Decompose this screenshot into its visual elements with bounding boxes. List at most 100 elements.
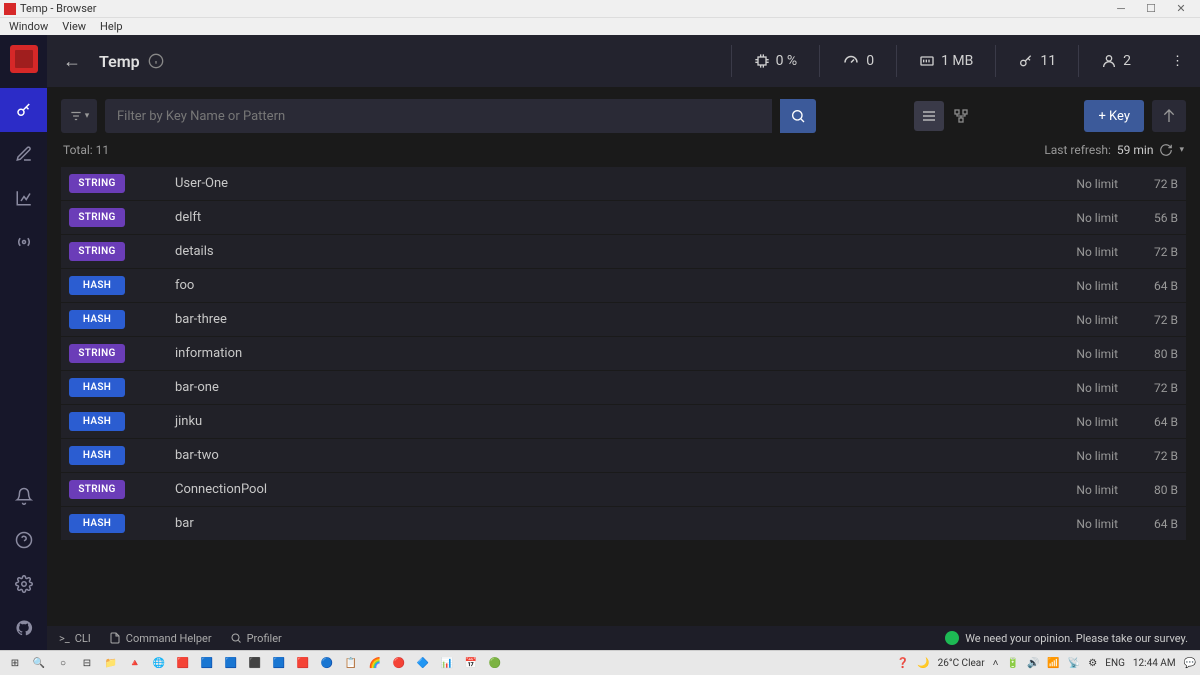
taskbar-app[interactable]: 🔵 bbox=[316, 652, 338, 674]
notifications-icon[interactable]: 💬 bbox=[1184, 658, 1196, 669]
maximize-button[interactable]: ☐ bbox=[1136, 2, 1166, 15]
type-badge: HASH bbox=[69, 310, 125, 329]
sidebar-item-workbench[interactable] bbox=[0, 132, 47, 176]
taskbar-app[interactable]: 🟦 bbox=[268, 652, 290, 674]
taskbar-app[interactable]: 📋 bbox=[340, 652, 362, 674]
tray-help-icon[interactable]: ❓ bbox=[897, 658, 909, 669]
search-button[interactable] bbox=[780, 99, 816, 133]
key-row[interactable]: HASHfooNo limit64 B bbox=[61, 269, 1186, 302]
key-row[interactable]: STRINGdelftNo limit56 B bbox=[61, 201, 1186, 234]
taskbar-cortana[interactable]: ○ bbox=[52, 652, 74, 674]
key-row[interactable]: HASHbar-threeNo limit72 B bbox=[61, 303, 1186, 336]
taskbar-app[interactable]: ⬛ bbox=[244, 652, 266, 674]
pubsub-icon bbox=[15, 233, 33, 251]
database-name: Temp bbox=[99, 52, 140, 71]
bulk-actions-button[interactable] bbox=[1152, 100, 1186, 132]
toolbar: ▾ + Key bbox=[47, 87, 1200, 133]
close-button[interactable]: ✕ bbox=[1166, 2, 1196, 15]
sidebar-item-pubsub[interactable] bbox=[0, 220, 47, 264]
type-badge: HASH bbox=[69, 378, 125, 397]
key-ttl: No limit bbox=[1048, 245, 1118, 259]
start-button[interactable]: ⊞ bbox=[4, 652, 26, 674]
bell-icon bbox=[15, 487, 33, 505]
key-size: 64 B bbox=[1118, 415, 1178, 429]
key-row[interactable]: HASHjinkuNo limit64 B bbox=[61, 405, 1186, 438]
totals-row: Total: 11 Last refresh: 59 min ▾ bbox=[47, 133, 1200, 167]
menu-window[interactable]: Window bbox=[2, 20, 55, 33]
key-row[interactable]: STRINGConnectionPoolNo limit80 B bbox=[61, 473, 1186, 506]
sidebar-item-github[interactable] bbox=[0, 606, 47, 650]
type-badge: STRING bbox=[69, 480, 125, 499]
more-button[interactable]: ⋮ bbox=[1153, 54, 1184, 69]
type-badge: HASH bbox=[69, 276, 125, 295]
tray-chevron[interactable]: ˄ bbox=[993, 658, 999, 669]
taskbar-app[interactable]: 📊 bbox=[436, 652, 458, 674]
menu-help[interactable]: Help bbox=[93, 20, 130, 33]
taskbar-app[interactable]: 🌐 bbox=[148, 652, 170, 674]
info-icon[interactable] bbox=[148, 53, 164, 69]
cli-button[interactable]: >_ CLI bbox=[59, 632, 91, 645]
profiler-button[interactable]: Profiler bbox=[230, 632, 282, 645]
taskbar-taskview[interactable]: ⊟ bbox=[76, 652, 98, 674]
key-row[interactable]: HASHbar-oneNo limit72 B bbox=[61, 371, 1186, 404]
taskbar-app[interactable]: 🟥 bbox=[292, 652, 314, 674]
add-key-button[interactable]: + Key bbox=[1084, 100, 1144, 132]
bulk-icon bbox=[1161, 108, 1177, 124]
battery-icon[interactable]: 🔋 bbox=[1006, 658, 1018, 669]
taskbar-app[interactable]: 🟦 bbox=[196, 652, 218, 674]
tray-icon[interactable]: ⚙ bbox=[1088, 658, 1097, 669]
sidebar-item-settings[interactable] bbox=[0, 562, 47, 606]
language-indicator[interactable]: ENG bbox=[1105, 658, 1125, 669]
taskbar-app[interactable]: 📁 bbox=[100, 652, 122, 674]
network-icon[interactable]: 📶 bbox=[1047, 658, 1059, 669]
sidebar bbox=[0, 35, 47, 650]
redis-logo-icon[interactable] bbox=[10, 45, 38, 73]
filter-button[interactable]: ▾ bbox=[61, 99, 97, 133]
sidebar-item-help[interactable] bbox=[0, 518, 47, 562]
refresh-control[interactable]: Last refresh: 59 min ▾ bbox=[1044, 143, 1184, 157]
key-ttl: No limit bbox=[1048, 381, 1118, 395]
key-name: jinku bbox=[175, 414, 1048, 429]
taskbar-app[interactable]: 🔴 bbox=[388, 652, 410, 674]
document-icon bbox=[109, 632, 121, 644]
key-row[interactable]: STRINGinformationNo limit80 B bbox=[61, 337, 1186, 370]
weather-text[interactable]: 26°C Clear bbox=[938, 658, 985, 669]
key-row[interactable]: STRINGdetailsNo limit72 B bbox=[61, 235, 1186, 268]
sidebar-item-notifications[interactable] bbox=[0, 474, 47, 518]
back-button[interactable]: ← bbox=[63, 51, 81, 72]
taskbar-app[interactable]: 🟢 bbox=[484, 652, 506, 674]
wifi-icon[interactable]: 📡 bbox=[1068, 658, 1080, 669]
key-row[interactable]: STRINGUser-OneNo limit72 B bbox=[61, 167, 1186, 200]
weather-icon: 🌙 bbox=[917, 658, 929, 669]
survey-link[interactable]: We need your opinion. Please take our su… bbox=[945, 631, 1188, 645]
chart-icon bbox=[15, 189, 33, 207]
profiler-icon bbox=[230, 632, 242, 644]
view-list-button[interactable] bbox=[914, 101, 944, 131]
taskbar-app[interactable]: 🟦 bbox=[220, 652, 242, 674]
taskbar-search[interactable]: 🔍 bbox=[28, 652, 50, 674]
minimize-button[interactable]: ─ bbox=[1106, 2, 1136, 15]
sidebar-item-analysis[interactable] bbox=[0, 176, 47, 220]
key-row[interactable]: HASHbarNo limit64 B bbox=[61, 507, 1186, 540]
github-icon bbox=[15, 619, 33, 637]
taskbar-app[interactable]: 📅 bbox=[460, 652, 482, 674]
command-helper-button[interactable]: Command Helper bbox=[109, 632, 212, 645]
key-row[interactable]: HASHbar-twoNo limit72 B bbox=[61, 439, 1186, 472]
key-name: bar-three bbox=[175, 312, 1048, 327]
search-input[interactable] bbox=[105, 99, 772, 133]
view-tree-button[interactable] bbox=[946, 101, 976, 131]
clock[interactable]: 12:44 AM bbox=[1133, 658, 1176, 669]
gear-icon bbox=[15, 575, 33, 593]
type-badge: STRING bbox=[69, 344, 125, 363]
taskbar-app[interactable]: 🔺 bbox=[124, 652, 146, 674]
taskbar-app[interactable]: 🔷 bbox=[412, 652, 434, 674]
titlebar: Temp - Browser ─ ☐ ✕ bbox=[0, 0, 1200, 18]
sidebar-item-browser[interactable] bbox=[0, 88, 47, 132]
type-badge: HASH bbox=[69, 446, 125, 465]
taskbar-app[interactable]: 🟥 bbox=[172, 652, 194, 674]
stat-commands: 0 bbox=[819, 45, 896, 77]
key-ttl: No limit bbox=[1048, 347, 1118, 361]
menu-view[interactable]: View bbox=[55, 20, 93, 33]
taskbar-app[interactable]: 🌈 bbox=[364, 652, 386, 674]
volume-icon[interactable]: 🔊 bbox=[1027, 658, 1039, 669]
